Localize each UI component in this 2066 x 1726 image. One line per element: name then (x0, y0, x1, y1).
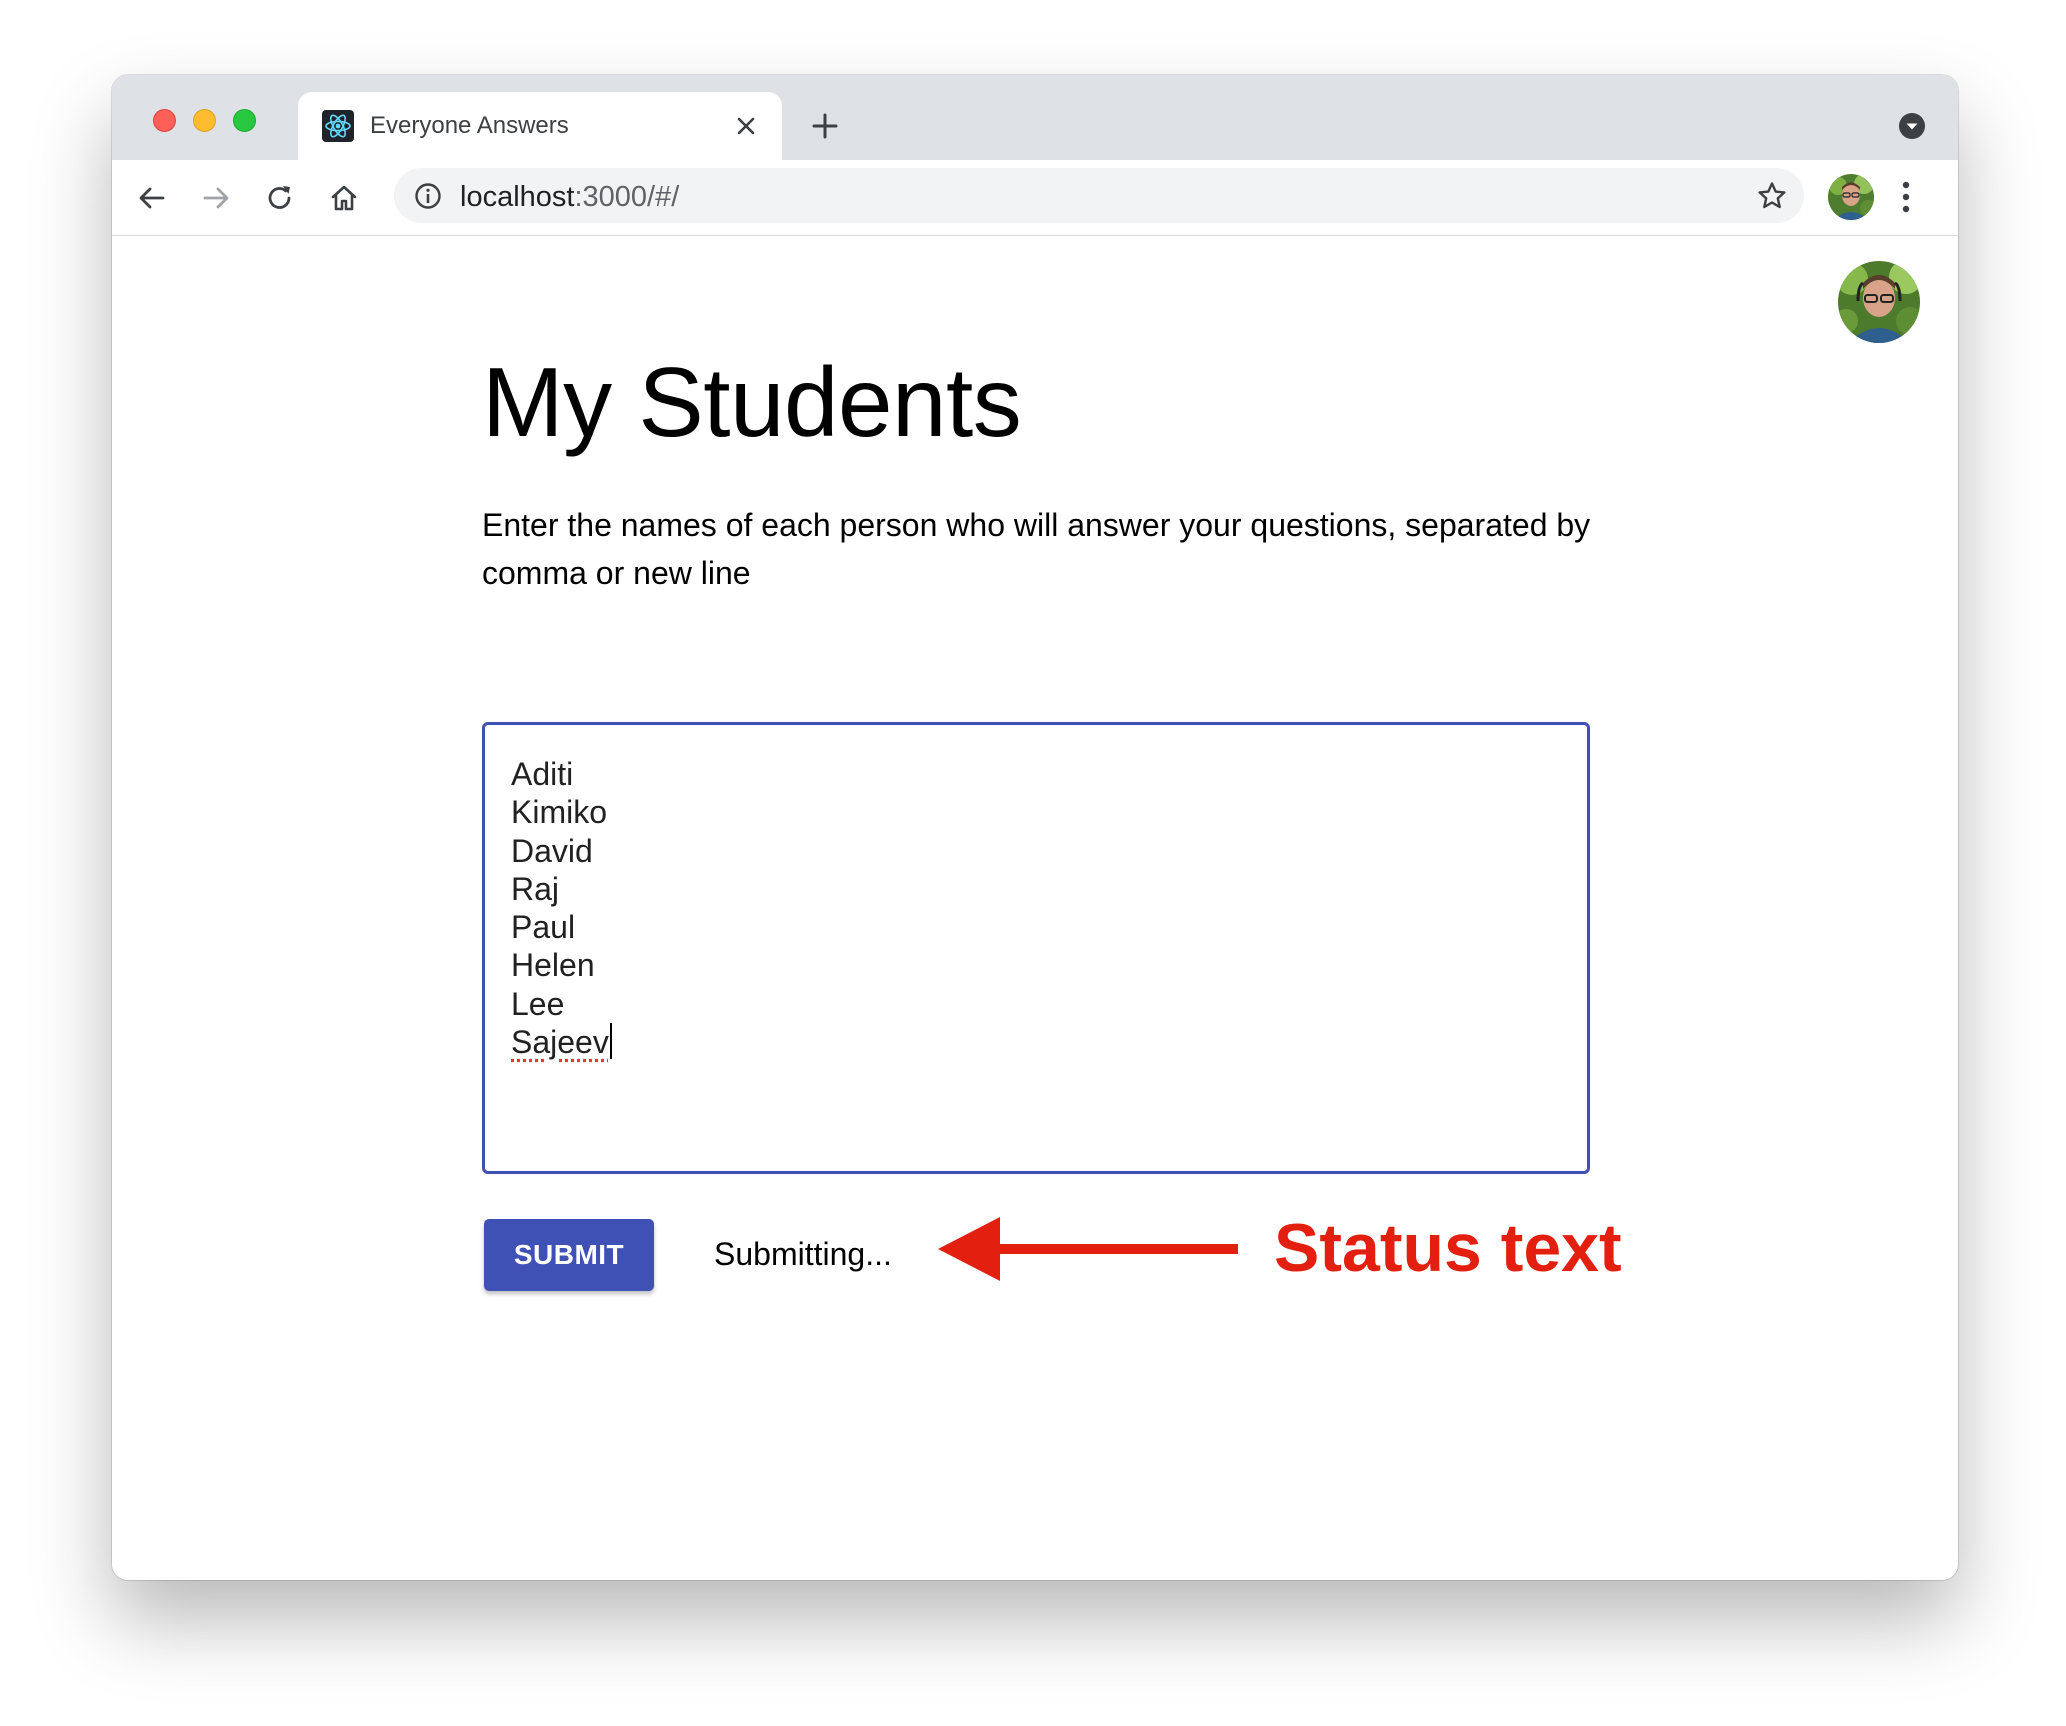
forward-arrow-icon[interactable] (200, 182, 232, 214)
browser-window: Everyone Answers localhost:3000/#/ My St… (112, 75, 1958, 1580)
maximize-window-button[interactable] (233, 109, 256, 132)
back-arrow-icon[interactable] (136, 182, 168, 214)
name-line: Paul (511, 909, 576, 946)
name-line: Raj (511, 870, 560, 907)
avatar[interactable] (1838, 261, 1920, 343)
text-caret (609, 1023, 612, 1060)
misspelled-name: Sajeev (511, 1024, 609, 1061)
annotation-arrow-icon (938, 1217, 1238, 1281)
tab-title: Everyone Answers (370, 112, 569, 139)
name-line-last: Sajeev (511, 1023, 1561, 1061)
star-icon[interactable] (1756, 180, 1788, 212)
minimize-window-button[interactable] (193, 109, 216, 132)
kebab-menu-icon[interactable] (1901, 180, 1911, 214)
page-title: My Students (482, 347, 1022, 457)
plus-icon[interactable] (810, 111, 840, 141)
name-line: David (511, 832, 593, 869)
tab-everyone-answers[interactable]: Everyone Answers (298, 92, 782, 160)
page-content: My Students Enter the names of each pers… (112, 236, 1958, 1580)
avatar[interactable] (1828, 174, 1874, 220)
url-host: localhost (460, 181, 575, 213)
home-icon[interactable] (328, 182, 360, 214)
instructions-text: Enter the names of each person who will … (482, 507, 1591, 591)
info-icon[interactable] (414, 182, 442, 210)
name-line: Lee (511, 985, 565, 1022)
name-line: Helen (511, 947, 595, 984)
name-line: Kimiko (511, 794, 608, 831)
name-line: Aditi (511, 756, 574, 792)
browser-toolbar: localhost:3000/#/ (112, 160, 1958, 236)
reload-icon[interactable] (264, 182, 296, 214)
react-favicon-icon (322, 110, 354, 142)
annotation-label: Status text (1274, 1210, 1622, 1286)
status-text: Submitting... (714, 1236, 892, 1272)
close-icon[interactable] (734, 114, 758, 138)
close-window-button[interactable] (153, 109, 176, 132)
url-path: :3000/#/ (574, 181, 680, 213)
address-bar[interactable]: localhost:3000/#/ (394, 168, 1804, 223)
student-names-textarea[interactable]: Aditi Kimiko David Raj Paul Helen Lee Sa… (482, 722, 1590, 1174)
url-text: localhost:3000/#/ (460, 181, 679, 214)
submit-button[interactable]: SUBMIT (484, 1219, 654, 1291)
tab-strip: Everyone Answers (112, 75, 1958, 160)
tab-search-icon[interactable] (1898, 112, 1926, 140)
